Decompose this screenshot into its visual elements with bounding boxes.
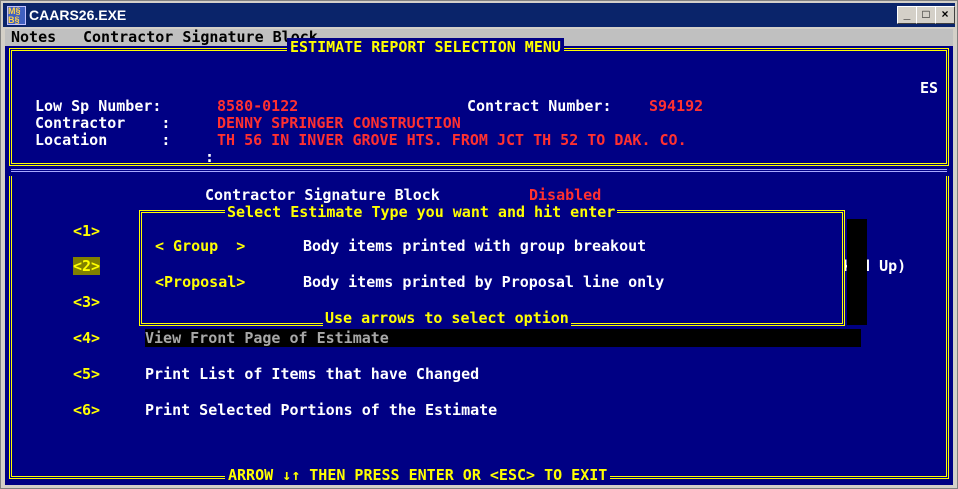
menu-notes[interactable]: Notes	[11, 29, 56, 46]
maximize-button[interactable]: □	[916, 6, 936, 24]
section-divider	[11, 169, 947, 172]
menu-contractor-signature-block[interactable]: Contractor Signature Block	[83, 29, 318, 46]
title-bar[interactable]: M§ B§ CAARS26.EXE _ □ ×	[3, 3, 955, 27]
console-area: Notes Contractor Signature Block ESTIMAT…	[5, 29, 953, 485]
application-window: M§ B§ CAARS26.EXE _ □ × Notes Contractor …	[0, 0, 958, 489]
corner-code: ES	[920, 79, 939, 97]
menu-signature-label: Contractor Signature Block	[83, 28, 318, 46]
low-sp-value: 8580-0122	[217, 97, 299, 115]
location-value: TH 56 IN INVER GROVE HTS. FROM JCT TH 52…	[217, 131, 687, 149]
close-button[interactable]: ×	[935, 6, 955, 24]
blank-colon: :	[205, 148, 215, 166]
location-label: Location :	[35, 131, 171, 149]
contract-label: Contract Number:	[467, 97, 612, 115]
contract-value: S94192	[649, 97, 704, 115]
contractor-label: Contractor :	[35, 114, 171, 132]
footer-hint: ARROW ↓↑ THEN PRESS ENTER OR <ESC> TO EX…	[225, 466, 611, 484]
minimize-button[interactable]: _	[897, 6, 917, 24]
contractor-value: DENNY SPRINGER CONSTRUCTION	[217, 114, 461, 132]
app-icon: M§ B§	[7, 6, 26, 25]
window-title: CAARS26.EXE	[29, 7, 127, 23]
report-menu-title: ESTIMATE REPORT SELECTION MENU	[287, 38, 564, 56]
menu-notes-label: Notes	[11, 28, 57, 46]
low-sp-label: Low Sp Number:	[35, 97, 162, 115]
body-frame	[9, 176, 949, 479]
